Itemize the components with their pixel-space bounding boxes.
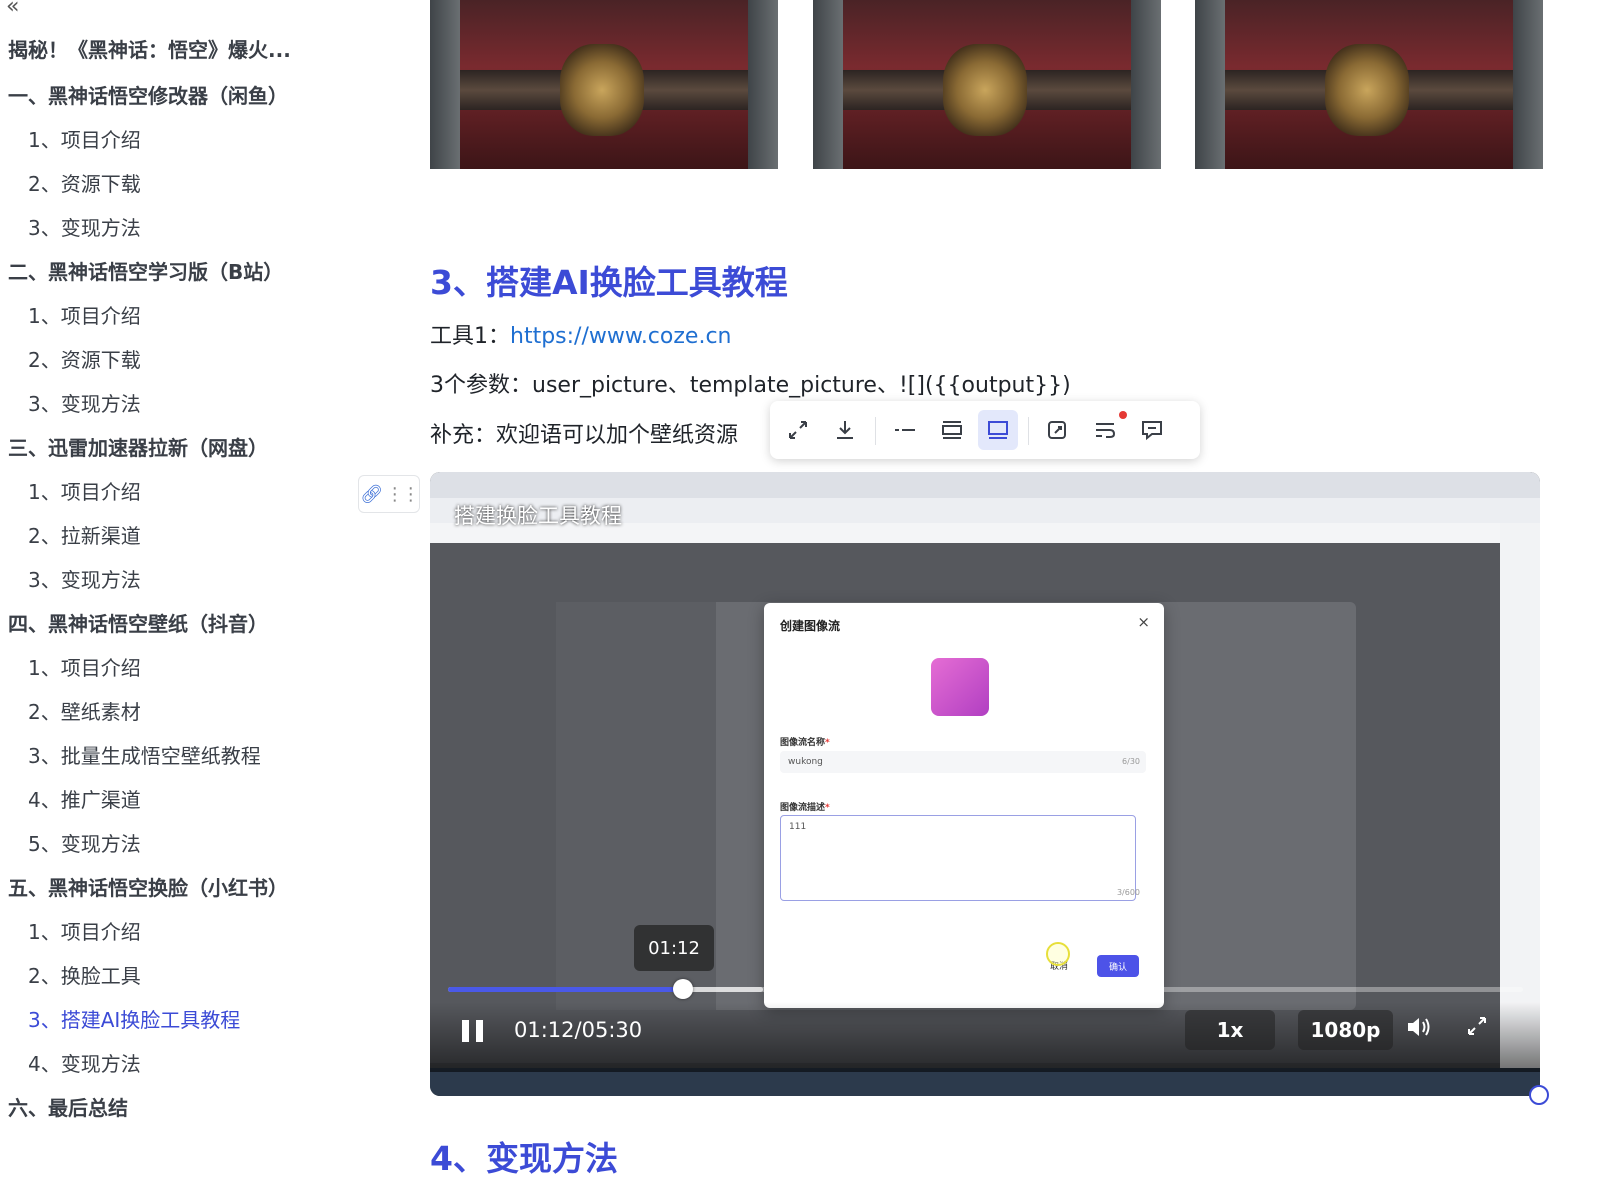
wukong-image-1[interactable] <box>430 0 778 169</box>
coze-link[interactable]: https://www.coze.cn <box>510 324 731 349</box>
tool1-line: 工具1：https://www.coze.cn <box>430 318 731 350</box>
outline-heading[interactable]: 四、黑神话悟空壁纸（抖音） <box>8 608 268 637</box>
next-section-heading: 4、变现方法 <box>430 1139 618 1178</box>
outline-subitem[interactable]: 1、项目介绍 <box>28 300 141 329</box>
attachment-icon[interactable]: 🔗︎ <box>360 484 383 505</box>
seek-time-tooltip: 01:12 <box>634 925 714 971</box>
params-line: 3个参数：user_picture、template_picture、![]({… <box>430 373 1071 398</box>
dialog-title: 创建图像流 <box>780 619 841 633</box>
comment-icon[interactable] <box>1132 410 1172 450</box>
video-player[interactable]: 创建图像流 × 图像流名称* wukong 6/30 图像流描述* 111 3/… <box>430 472 1540 1096</box>
outline-subitem[interactable]: 2、拉新渠道 <box>28 520 141 549</box>
progress-fill <box>448 987 683 992</box>
outline-subitem[interactable]: 2、壁纸素材 <box>28 696 141 725</box>
expand-icon[interactable] <box>778 410 818 450</box>
name-count: 6/30 <box>1122 757 1140 766</box>
desc-count: 3/600 <box>1116 888 1140 897</box>
outline-subitem[interactable]: 1、项目介绍 <box>28 652 141 681</box>
video-windows-taskbar <box>430 1068 1540 1096</box>
name-input: wukong <box>780 751 1146 773</box>
speed-button[interactable]: 1x <box>1185 1010 1275 1050</box>
notification-dot <box>1119 411 1127 419</box>
pause-button[interactable] <box>460 1018 486 1044</box>
outline-subitem[interactable]: 4、变现方法 <box>28 1048 141 1077</box>
video-browser-tabbar <box>430 472 1540 498</box>
imageflow-icon <box>931 658 989 716</box>
outline-heading[interactable]: 五、黑神话悟空换脸（小红书） <box>8 872 288 901</box>
link-icon[interactable] <box>1038 410 1078 450</box>
fullscreen-icon[interactable] <box>1465 1014 1489 1044</box>
player-controls: 01:12/05:30 1x 1080p <box>430 1002 1540 1072</box>
document-outline: « 揭秘！《黑神话：悟空》爆火... 一、黑神话悟空修改器（闲鱼） 1、项目介绍 2… <box>0 0 350 1150</box>
video-overlay-title: 搭建换脸工具教程 <box>454 504 622 528</box>
time-display: 01:12/05:30 <box>514 1018 643 1042</box>
media-toolbar <box>770 401 1200 459</box>
dialog-close-icon: × <box>1137 613 1150 631</box>
video-resize-handle[interactable] <box>1529 1085 1549 1105</box>
outline-subitem[interactable]: 1、项目介绍 <box>28 476 141 505</box>
outline-document-title[interactable]: 揭秘！《黑神话：悟空》爆火... <box>8 34 291 63</box>
center-icon[interactable] <box>932 410 972 450</box>
outline-subitem[interactable]: 5、变现方法 <box>28 828 141 857</box>
outline-heading[interactable]: 二、黑神话悟空学习版（B站） <box>8 256 283 285</box>
outline-heading[interactable]: 一、黑神话悟空修改器（闲鱼） <box>8 80 288 109</box>
outline-subitem[interactable]: 3、变现方法 <box>28 388 141 417</box>
progress-knob[interactable] <box>672 979 693 999</box>
block-view-icon[interactable] <box>978 410 1018 450</box>
download-icon[interactable] <box>825 410 865 450</box>
drag-handle-icon[interactable]: ⋮⋮ <box>386 484 420 505</box>
collapse-outline-icon[interactable]: « <box>6 0 19 19</box>
outline-subitem[interactable]: 3、变现方法 <box>28 564 141 593</box>
outline-subitem[interactable]: 3、批量生成悟空壁纸教程 <box>28 740 261 769</box>
mouse-cursor-highlight <box>1046 942 1070 966</box>
outline-subitem[interactable]: 1、项目介绍 <box>28 124 141 153</box>
progress-bar[interactable] <box>448 979 1523 999</box>
desc-input: 111 <box>780 815 1136 901</box>
tool1-prefix: 工具1： <box>430 324 510 349</box>
outline-heading[interactable]: 六、最后总结 <box>8 1092 128 1121</box>
outline-heading[interactable]: 三、迅雷加速器拉新（网盘） <box>8 432 268 461</box>
desc-label: 图像流描述* <box>780 803 830 813</box>
outline-subitem[interactable]: 1、项目介绍 <box>28 916 141 945</box>
inline-icon[interactable] <box>885 410 925 450</box>
block-handle[interactable]: 🔗︎ ⋮⋮ <box>358 475 420 513</box>
wukong-image-3[interactable] <box>1195 0 1543 169</box>
video-create-imageflow-dialog: 创建图像流 × 图像流名称* wukong 6/30 图像流描述* 111 3/… <box>764 603 1164 1008</box>
volume-icon[interactable] <box>1405 1014 1433 1046</box>
quality-button[interactable]: 1080p <box>1298 1010 1393 1050</box>
outline-subitem[interactable]: 3、变现方法 <box>28 212 141 241</box>
outline-subitem[interactable]: 2、资源下载 <box>28 168 141 197</box>
outline-subitem[interactable]: 2、换脸工具 <box>28 960 141 989</box>
section-heading: 3、搭建AI换脸工具教程 <box>430 263 788 302</box>
wukong-image-2[interactable] <box>813 0 1161 169</box>
outline-subitem[interactable]: 4、推广渠道 <box>28 784 141 813</box>
outline-subitem[interactable]: 2、资源下载 <box>28 344 141 373</box>
dialog-confirm-button: 确认 <box>1097 955 1139 977</box>
extra-line: 补充：欢迎语可以加个壁纸资源 <box>430 423 739 448</box>
name-label: 图像流名称* <box>780 738 830 748</box>
outline-subitem[interactable]: 3、搭建AI换脸工具教程 <box>28 1004 240 1033</box>
